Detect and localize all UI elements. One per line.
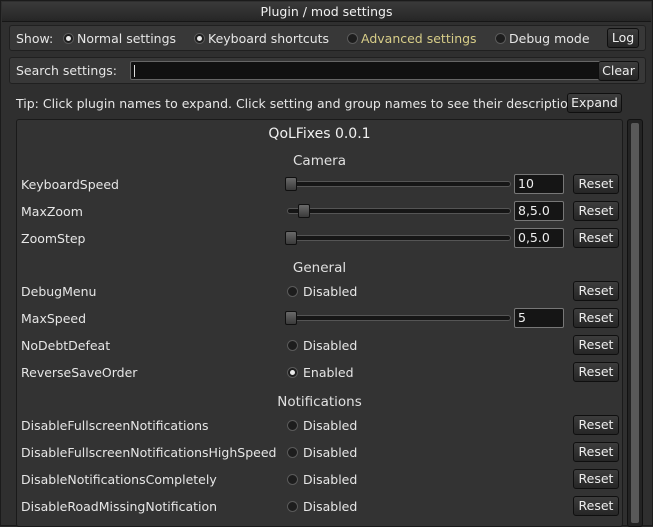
setting-name[interactable]: ReverseSaveOrder [21,365,137,380]
setting-row: DisableNotificationsCompletely Disabled Re… [17,467,622,494]
toggle-state-label[interactable]: Disabled [303,338,357,353]
debug-mode-option[interactable]: Debug mode [509,31,590,46]
reset-button[interactable]: Reset [573,308,619,328]
setting-row: NoDebtDefeat Disabled Reset [17,333,622,360]
slider-handle[interactable] [285,311,297,325]
advanced-settings-radio-icon[interactable] [347,33,358,44]
section-title-general[interactable]: General [17,260,622,276]
setting-name[interactable]: MaxZoom [21,204,83,219]
toggle-state-label[interactable]: Disabled [303,284,357,299]
setting-name[interactable]: MaxSpeed [21,311,86,326]
show-label: Show: [16,31,54,46]
keyboard-shortcuts-radio-icon[interactable] [194,33,205,44]
toggle-radio-icon[interactable] [287,367,298,378]
toggle-radio-icon[interactable] [287,340,298,351]
slider-track[interactable] [287,208,511,214]
toggle-state-label[interactable]: Enabled [303,365,354,380]
normal-settings-option[interactable]: Normal settings [77,31,176,46]
value-field[interactable]: 5 [514,308,564,328]
show-filter-bar: Show: Normal settings Keyboard shortcuts… [9,25,646,51]
setting-name[interactable]: KeyboardSpeed [21,177,119,192]
keyboard-shortcuts-option[interactable]: Keyboard shortcuts [208,31,329,46]
log-button[interactable]: Log [607,28,639,48]
setting-row: DebugMenu Disabled Reset [17,279,622,306]
toggle-state-label[interactable]: Disabled [303,472,357,487]
setting-row: ReverseSaveOrder Enabled Reset [17,360,622,387]
setting-name[interactable]: DisableNotificationsCompletely [21,472,217,487]
reset-button[interactable]: Reset [573,228,619,248]
toggle-radio-icon[interactable] [287,501,298,512]
setting-name[interactable]: DisableFullscreenNotificationsHighSpeed [21,445,276,460]
reset-button[interactable]: Reset [573,415,619,435]
toggle-radio-icon[interactable] [287,447,298,458]
advanced-settings-option[interactable]: Advanced settings [361,31,477,46]
toggle-radio-icon[interactable] [287,474,298,485]
setting-row: MaxSpeed 5 Reset [17,306,622,333]
window-title: Plugin / mod settings [2,2,651,22]
toggle-state-label[interactable]: Disabled [303,418,357,433]
setting-row: MaxZoom 8,5.0 Reset [17,199,622,226]
toggle-radio-icon[interactable] [287,286,298,297]
search-bar: Search settings: Clear [9,57,646,84]
setting-row: KeyboardSpeed 10 Reset [17,172,622,199]
reset-button[interactable]: Reset [573,442,619,462]
normal-settings-radio-icon[interactable] [63,33,74,44]
setting-name[interactable]: DisableRoadMissingNotification [21,499,217,514]
reset-button[interactable]: Reset [573,469,619,489]
toggle-radio-icon[interactable] [287,420,298,431]
scrollbar-thumb[interactable] [631,123,639,523]
reset-button[interactable]: Reset [573,335,619,355]
setting-row: DisableFullscreenNotifications Disabled Re… [17,413,622,440]
value-field[interactable]: 0,5.0 [514,228,564,248]
section-title-camera[interactable]: Camera [17,153,622,169]
slider-handle[interactable] [285,231,297,245]
reset-button[interactable]: Reset [573,496,619,516]
reset-button[interactable]: Reset [573,201,619,221]
reset-button[interactable]: Reset [573,362,619,382]
plugin-title[interactable]: QoLFixes 0.0.1 [17,126,622,142]
text-caret [134,65,135,77]
section-title-notifications[interactable]: Notifications [17,394,622,410]
setting-row: DisableFullscreenNotificationsHighSpeed D… [17,440,622,467]
tip-text: Tip: Click plugin names to expand. Click… [16,96,587,111]
setting-name[interactable]: DisableFullscreenNotifications [21,418,209,433]
value-field[interactable]: 8,5.0 [514,201,564,221]
slider-handle[interactable] [285,177,297,191]
slider-track[interactable] [287,315,511,321]
slider-track[interactable] [287,235,511,241]
debug-mode-radio-icon[interactable] [495,33,506,44]
setting-name[interactable]: NoDebtDefeat [21,338,110,353]
slider-handle[interactable] [298,204,310,218]
plugin-panel: QoLFixes 0.0.1 Camera KeyboardSpeed 10 Rese… [16,119,623,527]
expand-button[interactable]: Expand [567,93,622,113]
reset-button[interactable]: Reset [573,281,619,301]
slider-track[interactable] [287,181,511,187]
toggle-state-label[interactable]: Disabled [303,499,357,514]
setting-row: ZoomStep 0,5.0 Reset [17,226,622,253]
setting-name[interactable]: ZoomStep [21,231,86,246]
settings-window: Plugin / mod settings Show: Normal setti… [0,0,653,527]
clear-button[interactable]: Clear [598,61,639,81]
search-input[interactable] [130,61,602,80]
vertical-scrollbar[interactable] [627,119,643,527]
search-label: Search settings: [16,63,117,78]
toggle-state-label[interactable]: Disabled [303,445,357,460]
setting-name[interactable]: DebugMenu [21,284,96,299]
setting-row: DisableRoadMissingNotification Disabled Re… [17,494,622,521]
value-field[interactable]: 10 [514,174,564,194]
reset-button[interactable]: Reset [573,174,619,194]
